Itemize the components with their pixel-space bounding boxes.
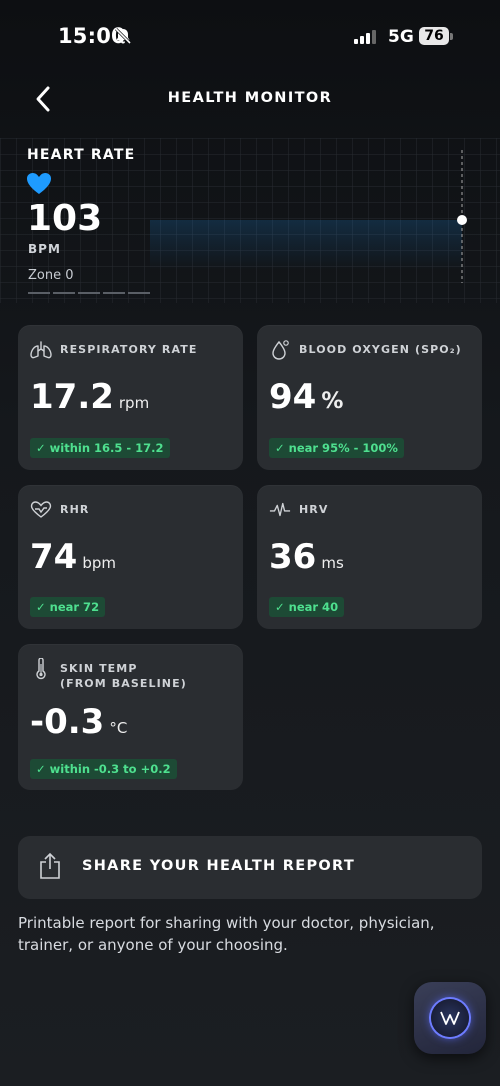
drop-icon [269, 339, 291, 361]
metric-unit: rpm [118, 394, 150, 412]
metric-unit: ms [321, 554, 344, 572]
heart-rate-label: HEART RATE [27, 147, 136, 163]
metric-value: 36 ms [269, 537, 344, 577]
bell-muted-icon [114, 27, 132, 49]
network-type: 5G [388, 27, 414, 47]
heart-rate-unit: BPM [28, 242, 61, 256]
w-logo-icon [431, 999, 469, 1037]
metric-value: -0.3 °C [30, 702, 128, 742]
waveform-icon [269, 499, 291, 521]
rhr-card[interactable]: RHR 74 bpm ✓ near 72 [18, 485, 243, 629]
assistant-button[interactable] [414, 982, 486, 1054]
share-report-button[interactable]: SHARE YOUR HEALTH REPORT [18, 836, 482, 899]
metric-value: 74 bpm [30, 537, 116, 577]
thermometer-icon [30, 658, 52, 680]
status-bar: 15:00 5G 76 [0, 0, 500, 74]
heart-rate-value: 103 [27, 198, 103, 239]
share-icon [38, 852, 62, 884]
status-badge: ✓ near 40 [269, 597, 345, 617]
metric-unit: % [321, 389, 344, 414]
blood-oxygen-card[interactable]: BLOOD OXYGEN (SPO₂) 94% ✓ near 95% - 100… [257, 325, 482, 470]
card-title: SKIN TEMP (FROM BASELINE) [60, 662, 187, 690]
metric-unit: bpm [82, 554, 116, 572]
battery-tip [450, 33, 453, 40]
metric-value: 17.2 rpm [30, 377, 150, 417]
card-title: HRV [299, 503, 329, 516]
metric-unit: °C [109, 719, 128, 737]
status-badge: ✓ near 72 [30, 597, 106, 617]
heart-pulse-icon [30, 499, 52, 521]
zone-indicator [28, 292, 150, 294]
hrv-card[interactable]: HRV 36 ms ✓ near 40 [257, 485, 482, 629]
metric-value: 94% [269, 377, 344, 417]
share-report-label: SHARE YOUR HEALTH REPORT [82, 858, 356, 874]
status-badge: ✓ near 95% - 100% [269, 438, 404, 458]
battery-icon: 76 [419, 27, 449, 45]
nav-bar: HEALTH MONITOR [0, 74, 500, 124]
heart-icon [26, 172, 52, 200]
card-title: RHR [60, 503, 90, 516]
status-badge: ✓ within -0.3 to +0.2 [30, 759, 177, 779]
respiratory-rate-card[interactable]: RESPIRATORY RATE 17.2 rpm ✓ within 16.5 -… [18, 325, 243, 470]
skin-temp-card[interactable]: SKIN TEMP (FROM BASELINE) -0.3 °C ✓ withi… [18, 644, 243, 790]
page-title: HEALTH MONITOR [167, 90, 333, 106]
card-title: RESPIRATORY RATE [60, 343, 198, 356]
heart-rate-section: HEART RATE 103 BPM Zone 0 [0, 138, 500, 303]
share-description: Printable report for sharing with your d… [18, 914, 435, 954]
lungs-icon [30, 339, 52, 361]
heart-rate-zone: Zone 0 [28, 268, 74, 283]
signal-icon [354, 30, 376, 44]
status-badge: ✓ within 16.5 - 17.2 [30, 438, 170, 458]
card-title: BLOOD OXYGEN (SPO₂) [299, 343, 462, 356]
